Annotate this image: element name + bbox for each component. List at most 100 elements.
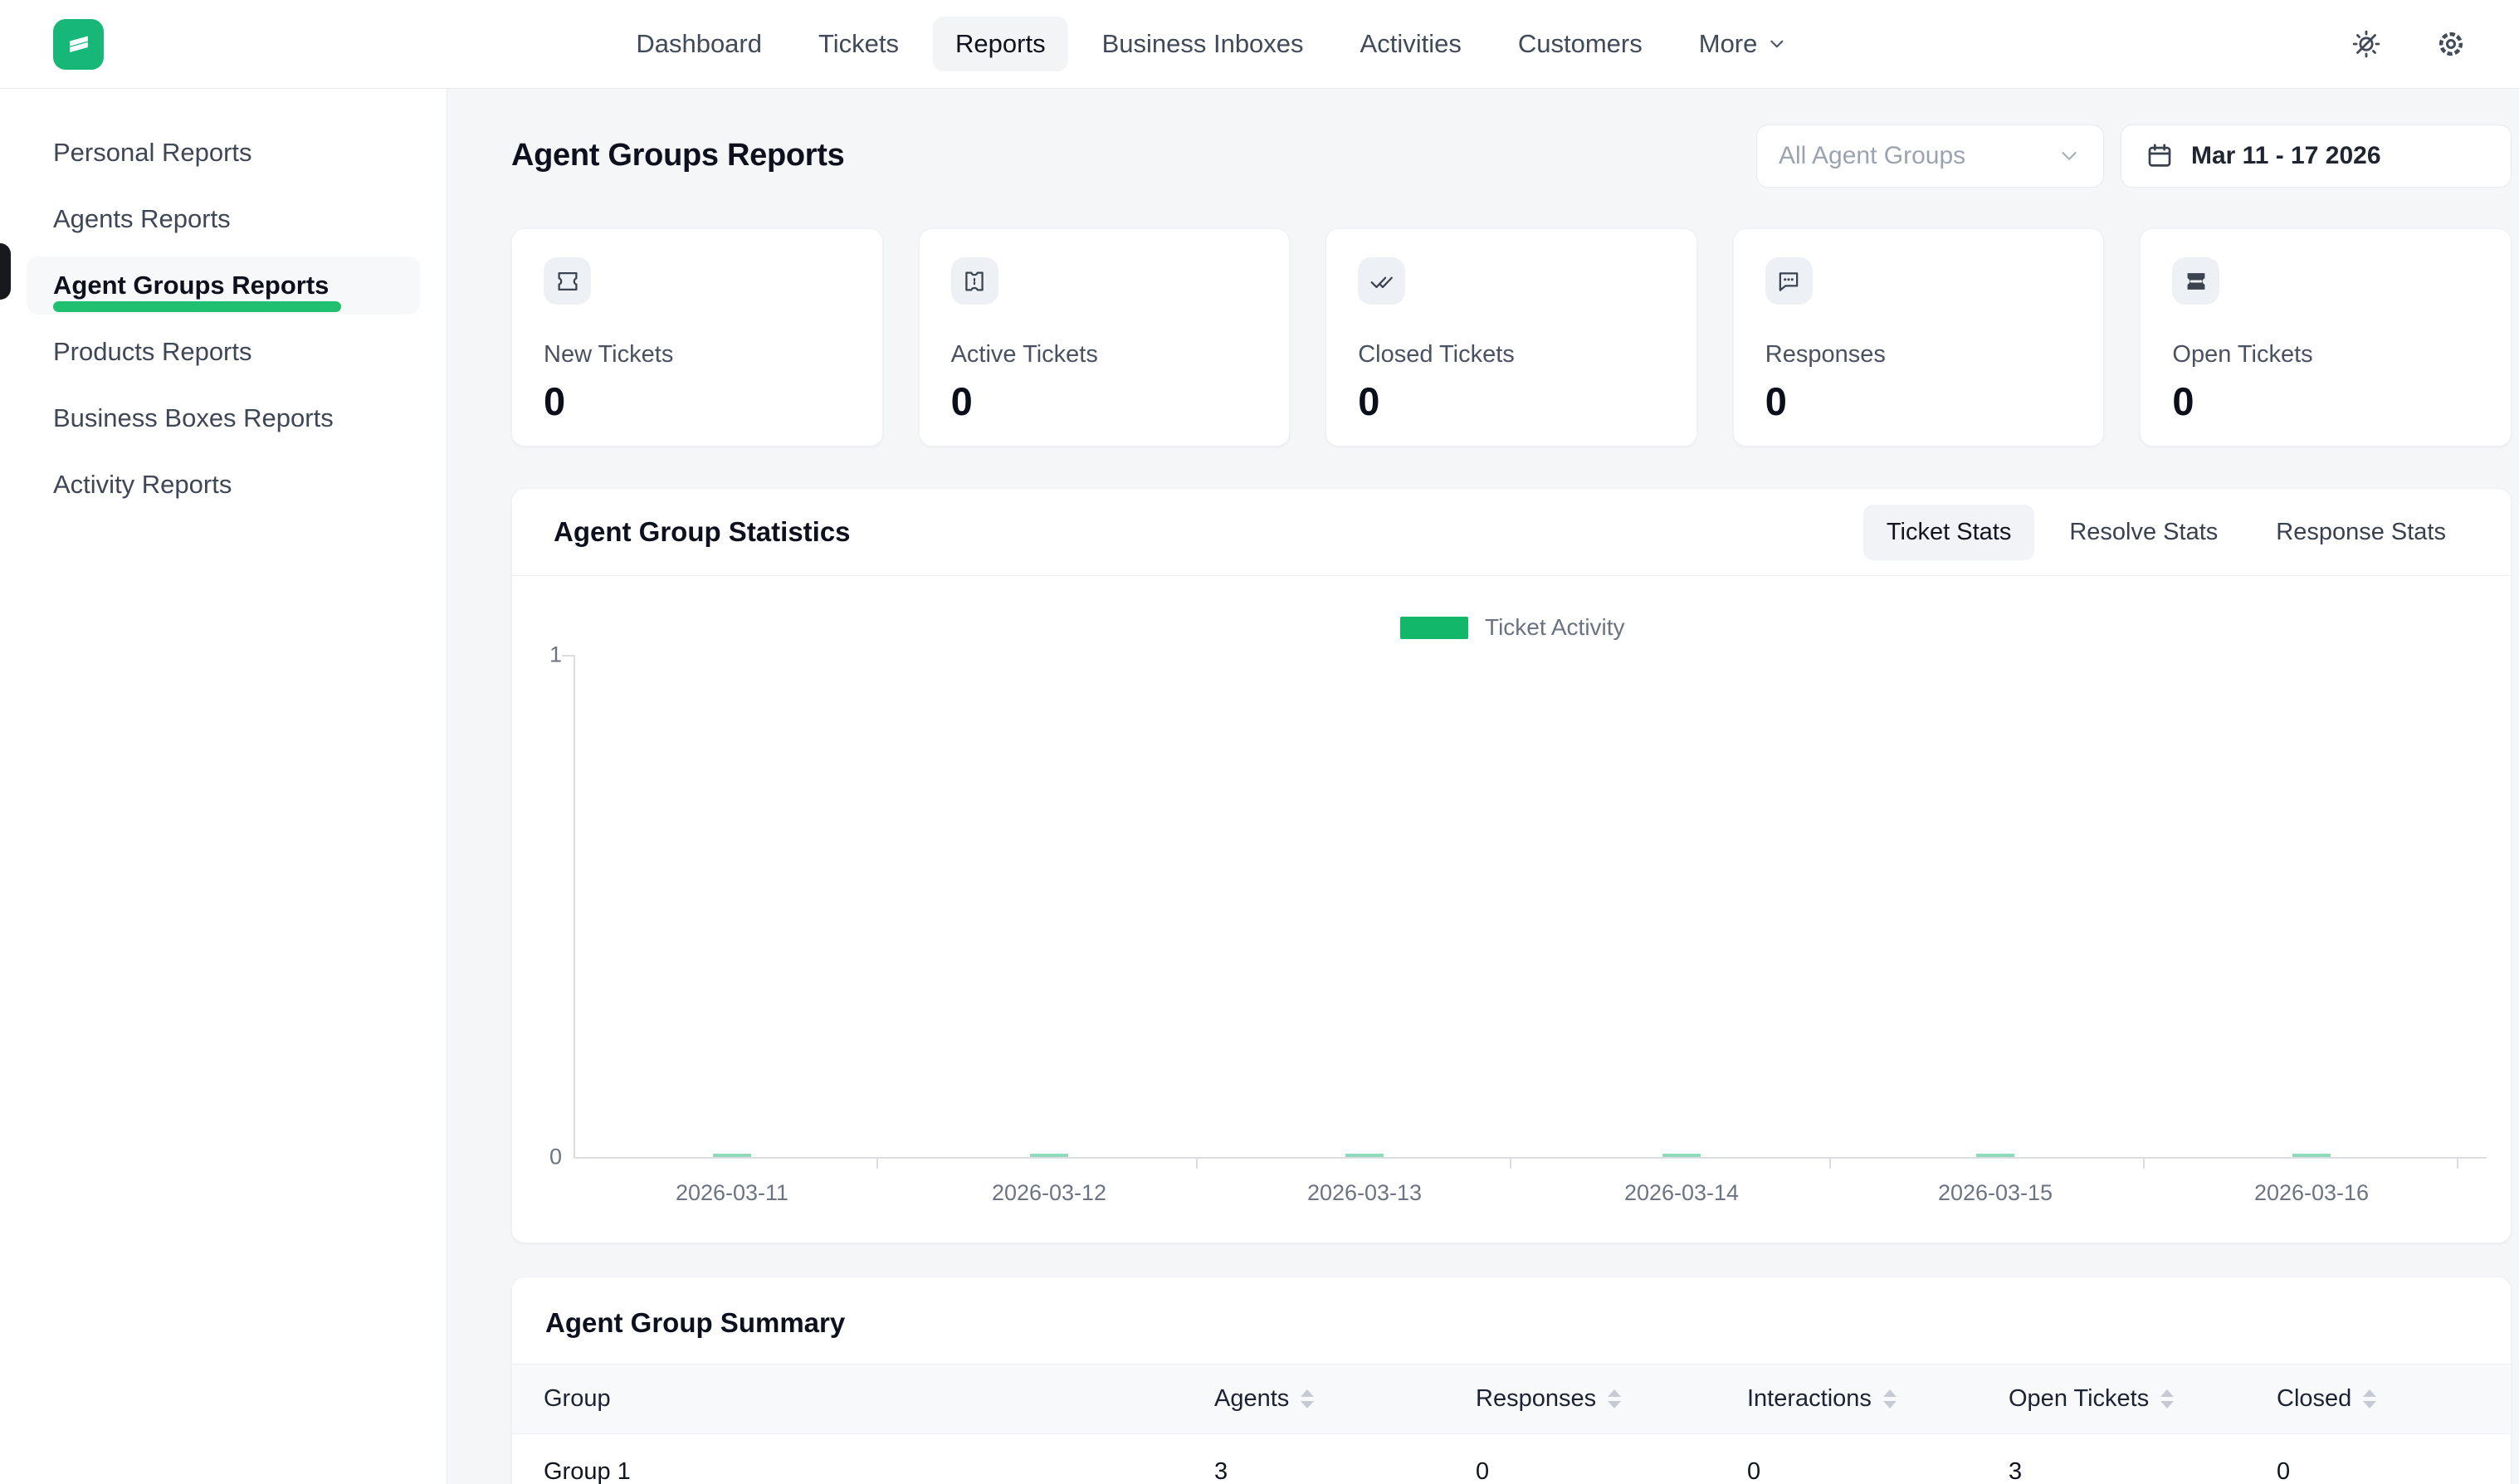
- chat-bubble-icon: [1775, 268, 1802, 295]
- column-header-responses[interactable]: Responses: [1476, 1385, 1747, 1413]
- x-axis-line: [574, 1157, 2487, 1159]
- y-axis-tick-label-0: 0: [549, 1145, 562, 1170]
- agent-group-statistics-panel: Agent Group Statistics Ticket Stats Reso…: [511, 488, 2512, 1243]
- nav-item-business-inboxes[interactable]: Business Inboxes: [1080, 17, 1326, 71]
- nav-item-reports[interactable]: Reports: [933, 17, 1068, 71]
- x-axis-category-label: 2026-03-12: [992, 1180, 1106, 1206]
- x-axis-category-label: 2026-03-15: [1938, 1180, 2053, 1206]
- cell-closed: 0: [2277, 1458, 2511, 1484]
- cell-interactions: 0: [1747, 1458, 2009, 1484]
- nav-item-activities[interactable]: Activities: [1338, 17, 1484, 71]
- date-range-value: Mar 11 - 17 2026: [2191, 142, 2381, 170]
- stat-label: New Tickets: [544, 341, 851, 369]
- page-title: Agent Groups Reports: [511, 138, 844, 173]
- chevron-down-icon: [2057, 144, 2082, 168]
- tab-ticket-stats[interactable]: Ticket Stats: [1863, 505, 2034, 560]
- stat-chip: [1765, 257, 1813, 305]
- sidebar-item-products-reports[interactable]: Products Reports: [0, 319, 447, 385]
- app-logo[interactable]: [53, 19, 104, 70]
- stat-card-new-tickets: New Tickets 0: [511, 228, 883, 447]
- date-range-picker[interactable]: Mar 11 - 17 2026: [2121, 124, 2512, 188]
- stat-card-active-tickets: Active Tickets 0: [919, 228, 1291, 447]
- agent-group-filter-value: All Agent Groups: [1779, 142, 1965, 170]
- sidebar-item-activity-reports[interactable]: Activity Reports: [0, 452, 447, 518]
- stat-chip: [2172, 257, 2219, 305]
- column-label: Responses: [1476, 1385, 1596, 1413]
- cell-responses: 0: [1476, 1458, 1747, 1484]
- app-root: Dashboard Tickets Reports Business Inbox…: [0, 0, 2519, 1484]
- column-header-group: Group: [544, 1385, 1214, 1413]
- nav-item-more[interactable]: More: [1677, 17, 1810, 71]
- nav-more-label: More: [1699, 29, 1758, 59]
- x-axis-tick: [1510, 1159, 1511, 1169]
- stat-value: 0: [544, 378, 851, 424]
- x-axis-tick: [2143, 1159, 2145, 1169]
- nav-item-tickets[interactable]: Tickets: [796, 17, 921, 71]
- column-header-closed[interactable]: Closed: [2277, 1385, 2511, 1413]
- nav-item-customers[interactable]: Customers: [1496, 17, 1665, 71]
- chevron-down-icon: [1765, 33, 1787, 55]
- stat-label: Responses: [1765, 341, 2072, 369]
- sidebar-item-personal-reports[interactable]: Personal Reports: [0, 120, 447, 186]
- x-axis-category-label: 2026-03-11: [676, 1180, 788, 1206]
- ticket-icon: [554, 268, 581, 295]
- column-label: Group: [544, 1385, 611, 1413]
- reports-sidebar: Personal Reports Agents Reports Agent Gr…: [0, 89, 447, 1484]
- sun-slash-icon: [2350, 27, 2383, 61]
- x-axis-category-label: 2026-03-16: [2254, 1180, 2369, 1206]
- x-axis-tick: [876, 1159, 878, 1169]
- column-header-open-tickets[interactable]: Open Tickets: [2009, 1385, 2277, 1413]
- chart-legend[interactable]: Ticket Activity: [1400, 614, 1625, 641]
- column-header-interactions[interactable]: Interactions: [1747, 1385, 2009, 1413]
- logo-glyph-icon: [62, 27, 95, 61]
- nav-item-dashboard[interactable]: Dashboard: [613, 17, 784, 71]
- statistics-panel-header: Agent Group Statistics Ticket Stats Reso…: [512, 489, 2511, 576]
- y-axis-line: [574, 655, 575, 1157]
- summary-title: Agent Group Summary: [512, 1277, 2511, 1364]
- stat-value: 0: [1358, 378, 1665, 424]
- column-header-agents[interactable]: Agents: [1214, 1385, 1476, 1413]
- stat-value: 0: [2172, 378, 2479, 424]
- bar-2026-03-12: [1030, 1154, 1068, 1157]
- tab-response-stats[interactable]: Response Stats: [2253, 505, 2469, 560]
- agent-group-summary-panel: Agent Group Summary Group Agents Respons…: [511, 1277, 2512, 1484]
- sort-arrows-icon: [2363, 1389, 2376, 1408]
- cell-open-tickets: 3: [2009, 1458, 2277, 1484]
- bar-2026-03-16: [2292, 1154, 2331, 1157]
- sidebar-item-agents-reports[interactable]: Agents Reports: [0, 186, 447, 252]
- sidebar-item-business-boxes-reports[interactable]: Business Boxes Reports: [0, 385, 447, 452]
- settings-button[interactable]: [2434, 27, 2468, 61]
- stat-cards-row: New Tickets 0 Active Tickets 0: [511, 228, 2512, 447]
- stat-label: Active Tickets: [951, 341, 1258, 369]
- stat-chip: [1358, 257, 1405, 305]
- y-axis-tick: [562, 655, 574, 657]
- active-item-underline: [53, 301, 341, 312]
- stat-card-responses: Responses 0: [1733, 228, 2105, 447]
- stat-value: 0: [951, 378, 1258, 424]
- active-edge-indicator: [0, 243, 11, 300]
- main-content: Agent Groups Reports All Agent Groups Ma…: [447, 89, 2519, 1484]
- ticket-stub-icon: [961, 268, 988, 295]
- agent-group-filter-select[interactable]: All Agent Groups: [1756, 124, 2104, 188]
- stat-chip: [951, 257, 998, 305]
- tab-resolve-stats[interactable]: Resolve Stats: [2046, 505, 2241, 560]
- column-label: Closed: [2277, 1385, 2351, 1413]
- bar-2026-03-13: [1345, 1154, 1384, 1157]
- statistics-tabs: Ticket Stats Resolve Stats Response Stat…: [1863, 505, 2469, 560]
- table-row[interactable]: Group 1 3 0 0 3 0: [512, 1434, 2511, 1484]
- x-axis-category-label: 2026-03-14: [1624, 1180, 1739, 1206]
- x-axis-tick: [2457, 1159, 2458, 1169]
- bar-2026-03-15: [1976, 1154, 2014, 1157]
- double-check-icon: [1369, 268, 1395, 295]
- ticket-activity-chart: Ticket Activity 1 0 2026-03-: [512, 576, 2511, 1242]
- x-axis-category-label: 2026-03-13: [1307, 1180, 1422, 1206]
- sort-arrows-icon: [1301, 1389, 1314, 1408]
- theme-toggle-button[interactable]: [2350, 27, 2383, 61]
- cell-group: Group 1: [544, 1458, 1214, 1484]
- sidebar-item-agent-groups-reports[interactable]: Agent Groups Reports: [27, 256, 420, 315]
- summary-table-header: Group Agents Responses Interactions Open…: [512, 1364, 2511, 1434]
- main-nav: Dashboard Tickets Reports Business Inbox…: [613, 0, 1809, 88]
- top-actions: [2350, 27, 2468, 61]
- sort-arrows-icon: [1608, 1389, 1621, 1408]
- sidebar-active-label: Agent Groups Reports: [53, 271, 329, 300]
